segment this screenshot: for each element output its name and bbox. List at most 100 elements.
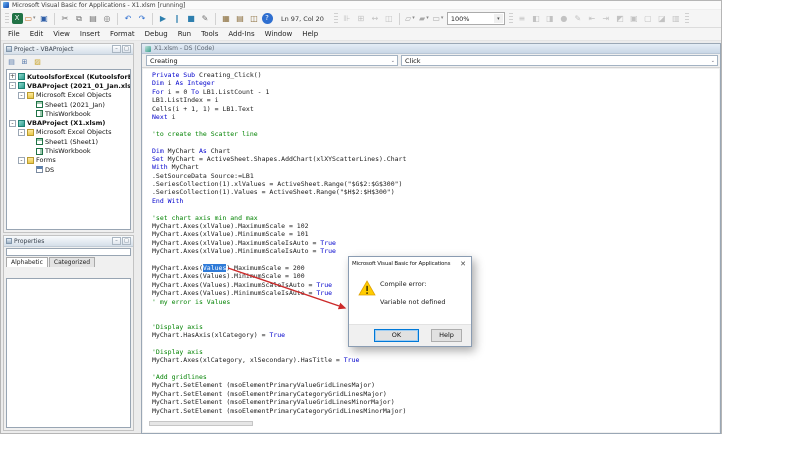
uncomment-block-icon[interactable]: ◩ <box>613 12 626 25</box>
code-line[interactable]: Next i <box>152 113 406 121</box>
code-line[interactable]: .SeriesCollection(1).xlValues = ActiveSh… <box>152 180 406 188</box>
code-line[interactable]: Cells(i + 1, 1) = LB1.Text <box>152 105 406 113</box>
horizontal-scrollbar[interactable] <box>149 421 253 426</box>
view-object-icon[interactable]: ⊞ <box>19 56 30 67</box>
code-line[interactable]: MyChart.SetElement (msoElementPrimaryCat… <box>152 390 406 398</box>
code-editor[interactable]: Private Sub Creating_Click()Dim i As Int… <box>143 69 719 432</box>
tree-item[interactable]: +KutoolsforExcel (KutoolsforExcelz <box>7 72 130 81</box>
zoom-combo[interactable]: 100%▾ <box>447 12 505 25</box>
help-icon[interactable]: ? <box>262 13 273 24</box>
center-icon[interactable]: ⊞ <box>354 12 367 25</box>
code-line[interactable] <box>152 365 406 373</box>
properties-panel-maximize-button[interactable]: □ <box>122 237 131 245</box>
tree-expander[interactable]: - <box>18 157 25 164</box>
code-line[interactable]: .SetSourceData Source:=LB1 <box>152 172 406 180</box>
comment-block-icon[interactable]: ✎ <box>571 12 584 25</box>
chevron-down-icon[interactable]: ▾ <box>494 14 503 23</box>
tree-item[interactable]: Sheet1 (2021_Jan) <box>7 100 130 109</box>
code-line[interactable]: 'Display axis <box>152 348 406 356</box>
bring-to-front-icon[interactable]: ▱▾ <box>403 12 416 25</box>
tree-item[interactable]: Sheet1 (Sheet1) <box>7 137 130 146</box>
project-explorer-icon[interactable]: ▦ <box>220 12 233 25</box>
project-panel-titlebar[interactable]: Project - VBAProject – □ <box>4 44 133 55</box>
dialog-titlebar[interactable]: Microsoft Visual Basic for Applications … <box>349 257 471 270</box>
tree-expander[interactable]: - <box>18 92 25 99</box>
tree-item[interactable]: ThisWorkbook <box>7 109 130 118</box>
redo-icon[interactable]: ↷ <box>136 12 149 25</box>
project-panel-minimize-button[interactable]: – <box>112 45 121 53</box>
code-window-titlebar[interactable]: X1.xlsm - DS (Code) <box>142 44 720 54</box>
menu-run[interactable]: Run <box>173 30 196 38</box>
code-line[interactable]: End With <box>152 197 406 205</box>
toggle-folders-icon[interactable]: ▨ <box>32 56 43 67</box>
outdent-icon[interactable]: ⇤ <box>585 12 598 25</box>
properties-panel-minimize-button[interactable]: – <box>112 237 121 245</box>
view-code-icon[interactable]: ▤ <box>6 56 17 67</box>
code-line[interactable]: MyChart.Axes(xlValue).MaximumScaleIsAuto… <box>152 239 406 247</box>
find-icon[interactable]: ◎ <box>101 12 114 25</box>
indent-icon[interactable]: ⇥ <box>599 12 612 25</box>
toolbar-grip[interactable] <box>685 13 689 25</box>
break-icon[interactable]: ∥ <box>171 12 184 25</box>
object-browser-icon[interactable]: ◫ <box>248 12 261 25</box>
properties-window-icon[interactable]: ▤ <box>234 12 247 25</box>
code-line[interactable]: 'Add gridlines <box>152 373 406 381</box>
code-line[interactable] <box>152 138 406 146</box>
run-icon[interactable]: ▶ <box>157 12 170 25</box>
copy-icon[interactable]: ⧉ <box>73 12 86 25</box>
list-properties-icon[interactable]: ≡ <box>515 12 528 25</box>
menu-edit[interactable]: Edit <box>25 30 49 38</box>
tree-item[interactable]: -VBAProject (X1.xlsm) <box>7 118 130 127</box>
next-bookmark-icon[interactable]: ▢ <box>641 12 654 25</box>
reset-icon[interactable]: ■ <box>185 12 198 25</box>
make-same-size-icon[interactable]: ↔ <box>368 12 381 25</box>
code-line[interactable]: .SeriesCollection(1).Values = ActiveShee… <box>152 188 406 196</box>
object-dropdown[interactable]: Creating ⌄ <box>146 55 398 66</box>
menu-debug[interactable]: Debug <box>140 30 173 38</box>
quick-info-icon[interactable]: ◨ <box>543 12 556 25</box>
menu-help[interactable]: Help <box>297 30 323 38</box>
tree-expander[interactable]: - <box>9 120 16 127</box>
order-icon[interactable]: ◫ <box>382 12 395 25</box>
save-icon[interactable]: ▣ <box>38 12 51 25</box>
align-icon[interactable]: ⊪ <box>340 12 353 25</box>
code-line[interactable]: 'set chart axis min and max <box>152 214 406 222</box>
code-line[interactable]: MyChart.SetElement (msoElementPrimaryVal… <box>152 381 406 389</box>
tab-categorized[interactable]: Categorized <box>49 257 95 267</box>
tree-item[interactable]: -VBAProject (2021_01_Jan.xls) <box>7 81 130 90</box>
toolbar-grip[interactable] <box>509 13 513 25</box>
group-icon[interactable]: ▭▾ <box>431 12 444 25</box>
code-line[interactable]: MyChart.Axes(xlCategory, xlSecondary).Ha… <box>152 356 406 364</box>
project-tree[interactable]: +KutoolsforExcel (KutoolsforExcelz-VBAPr… <box>6 69 131 230</box>
tree-expander[interactable]: + <box>9 73 16 80</box>
properties-object-combo[interactable] <box>6 248 131 256</box>
menu-file[interactable]: File <box>3 30 25 38</box>
code-line[interactable]: MyChart.Axes(xlValue).MaximumScale = 102 <box>152 222 406 230</box>
clear-bookmarks-icon[interactable]: ▥ <box>669 12 682 25</box>
view-excel-icon[interactable]: X <box>12 13 23 24</box>
menu-tools[interactable]: Tools <box>196 30 223 38</box>
toggle-breakpoint-icon[interactable]: ● <box>557 12 570 25</box>
previous-bookmark-icon[interactable]: ◪ <box>655 12 668 25</box>
send-to-back-icon[interactable]: ▰▾ <box>417 12 430 25</box>
code-line[interactable] <box>152 121 406 129</box>
code-line[interactable] <box>152 205 406 213</box>
tree-expander[interactable]: - <box>18 129 25 136</box>
tree-expander[interactable]: - <box>9 82 16 89</box>
properties-panel-titlebar[interactable]: Properties – □ <box>4 236 133 247</box>
code-line[interactable]: LB1.ListIndex = i <box>152 96 406 104</box>
tree-item[interactable]: ThisWorkbook <box>7 146 130 155</box>
paste-icon[interactable]: ▤ <box>87 12 100 25</box>
help-button[interactable]: Help <box>431 329 462 342</box>
code-line[interactable]: MyChart.SetElement (msoElementPrimaryCat… <box>152 407 406 415</box>
properties-list[interactable] <box>6 278 131 428</box>
tree-item[interactable]: -Microsoft Excel Objects <box>7 91 130 100</box>
menu-window[interactable]: Window <box>260 30 298 38</box>
code-line[interactable]: Dim MyChart As Chart <box>152 147 406 155</box>
menu-insert[interactable]: Insert <box>75 30 105 38</box>
app-titlebar[interactable]: Microsoft Visual Basic for Applications … <box>1 1 721 10</box>
project-panel-maximize-button[interactable]: □ <box>122 45 131 53</box>
code-line[interactable]: Set MyChart = ActiveSheet.Shapes.AddChar… <box>152 155 406 163</box>
undo-icon[interactable]: ↶ <box>122 12 135 25</box>
code-line[interactable]: MyChart.Axes(xlValue).MinimumScale = 101 <box>152 230 406 238</box>
